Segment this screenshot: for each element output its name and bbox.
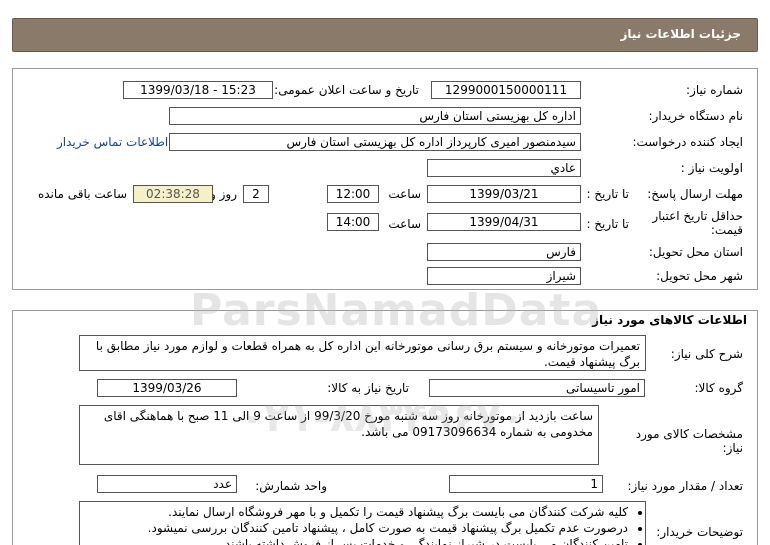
need-date-field: 1399/03/26	[97, 379, 237, 397]
need-number-field: 1299000150000111	[431, 81, 581, 99]
summary-label: شرح کلی نیاز:	[670, 347, 743, 361]
priority-field: عادي	[427, 159, 581, 177]
buyer-contact-link[interactable]: اطلاعات تماس خریدار	[57, 135, 168, 149]
province-field: فارس	[427, 243, 581, 261]
deadline-label: مهلت ارسال پاسخ:	[647, 187, 743, 201]
days-remaining-field: 2	[243, 185, 269, 203]
city-field: شیراز	[427, 267, 581, 285]
validity-time-field: 14:00	[327, 213, 379, 231]
need-date-label: تاریخ نیاز به کالا:	[327, 381, 409, 395]
page-title: جزئیات اطلاعات نیاز	[620, 27, 741, 41]
summary-field: تعمیرات موتورخانه و سیستم برق رسانی موتو…	[79, 335, 646, 371]
requester-field: سیدمنصور امیری کارپرداز اداره کل بهزیستی…	[169, 133, 581, 151]
unit-field: عدد	[97, 475, 237, 493]
buyer-org-label: نام دستگاه خریدار:	[648, 109, 744, 123]
validity-label: حداقل تاریخ اعتبار قیمت:	[652, 209, 743, 237]
buyer-note-item: تامین کنندگان می بایست در شیراز نمایندگی…	[85, 536, 628, 545]
deadline-date-field: 1399/03/21	[427, 185, 581, 203]
need-number-label: شماره نیاز:	[686, 83, 743, 97]
page-header: جزئیات اطلاعات نیاز	[12, 18, 758, 52]
requester-label: ایجاد کننده درخواست:	[632, 135, 743, 149]
qty-field: 1	[449, 475, 603, 493]
validity-date-field: 1399/04/31	[427, 213, 581, 231]
unit-label: واحد شمارش:	[255, 479, 327, 493]
buyer-note-item: درصورت عدم تکمیل برگ پیشنهاد قیمت به صور…	[85, 520, 628, 536]
qty-label: تعداد / مقدار مورد نیاز:	[627, 479, 743, 493]
buyer-note-item: کلیه شرکت کنندگان می بایست برگ پیشنهاد ق…	[85, 504, 628, 520]
goods-section-title: اطلاعات کالاهای مورد نیاز	[592, 313, 747, 327]
validity-to-date-label: تا تاریخ :	[586, 217, 629, 231]
priority-label: اولویت نیاز :	[680, 161, 743, 175]
buyer-org-field: اداره کل بهزیستی استان فارس	[169, 107, 581, 125]
validity-time-label: ساعت	[388, 217, 421, 231]
specs-field: ساعت بازدید از موتورخانه روز سه شنبه مور…	[79, 405, 599, 465]
province-label: استان محل تحویل:	[648, 245, 743, 259]
buyer-notes-label: توضیحات خریدار:	[656, 525, 743, 539]
details-panel: شماره نیاز: 1299000150000111 تاریخ و ساع…	[12, 68, 758, 290]
remaining-time-field: 02:38:28	[133, 185, 213, 203]
remaining-time-label: ساعت باقی مانده	[37, 187, 127, 201]
buyer-notes-field: کلیه شرکت کنندگان می بایست برگ پیشنهاد ق…	[79, 501, 646, 545]
announce-date-field: 1399/03/18 - 15:23	[123, 81, 273, 99]
city-label: شهر محل تحویل:	[656, 269, 743, 283]
deadline-time-label: ساعت	[388, 187, 421, 201]
specs-label: مشخصات کالای مورد نیاز:	[635, 427, 743, 455]
announce-date-label: تاریخ و ساعت اعلان عمومی:	[274, 83, 419, 97]
goods-group-label: گروه کالا:	[694, 381, 744, 395]
buyer-notes-list: کلیه شرکت کنندگان می بایست برگ پیشنهاد ق…	[85, 504, 640, 545]
deadline-to-date-label: تا تاریخ :	[586, 187, 629, 201]
deadline-time-field: 12:00	[327, 185, 379, 203]
goods-group-field: امور تاسیساتی	[429, 379, 645, 397]
days-label: روز و	[210, 187, 237, 201]
goods-panel: اطلاعات کالاهای مورد نیاز شرح کلی نیاز: …	[12, 310, 758, 545]
